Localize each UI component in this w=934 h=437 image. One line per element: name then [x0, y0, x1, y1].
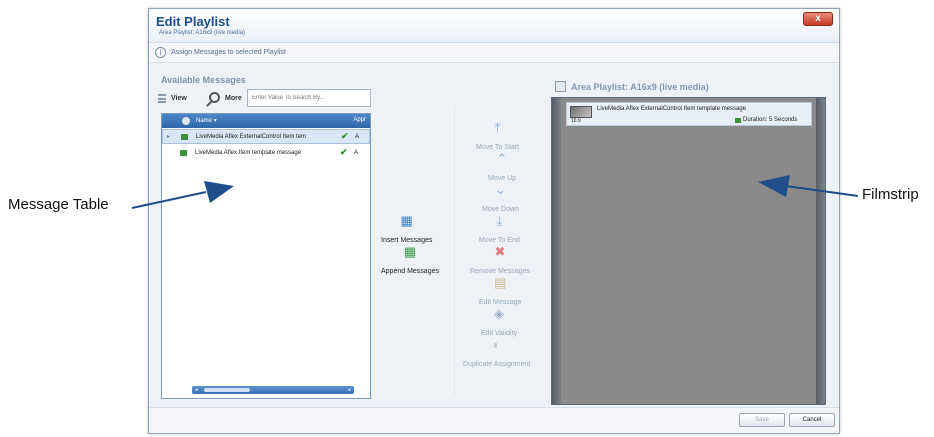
duration-icon [735, 118, 741, 123]
remove-messages-button[interactable]: ✖ Remove Messages [470, 245, 530, 278]
move-down-icon: ⌄ [495, 182, 506, 197]
approved-check-icon: ✔ [341, 131, 349, 141]
column-header-approved[interactable]: Appr [353, 117, 366, 123]
title-bar: Edit Playlist Area Playlist: A16x9 (live… [149, 9, 839, 43]
table-row[interactable]: ▸ LiveMedia Aflex ExternalControl Item t… [162, 129, 370, 144]
assign-bar: i Assign Messages to selected Playlist [149, 43, 839, 63]
move-to-end-icon: ⤓ [496, 213, 503, 228]
filmstrip-rail-left [552, 98, 561, 404]
messages-toolbar: View More [157, 89, 377, 109]
filmstrip-item-duration: Duration: 5 Seconds [743, 117, 798, 123]
move-to-end-button[interactable]: ⤓ Move To End [479, 214, 520, 247]
save-button[interactable]: Save [739, 413, 785, 427]
move-down-button[interactable]: ⌄ Move Down [482, 183, 519, 216]
filmstrip-item[interactable]: LiveMedia Aflex ExternalControl Item tem… [566, 102, 812, 126]
more-button[interactable]: More [225, 95, 242, 102]
row-name: LiveMedia Aflex ExternalControl Item tem [196, 134, 307, 140]
filmstrip-rail-right [816, 98, 825, 404]
move-up-icon: ⌃ [496, 151, 508, 166]
edit-playlist-dialog: Edit Playlist Area Playlist: A16x9 (live… [148, 8, 840, 434]
message-table-callout: Message Table [8, 196, 109, 213]
table-row[interactable]: LiveMedia Aflex Item template message ✔ … [162, 146, 370, 161]
edit-validity-icon: ◈ [494, 306, 505, 321]
dialog-subtitle: Area Playlist: A16x9 (live media) [159, 30, 246, 36]
filmstrip-item-ratio: 16:9 [571, 118, 581, 124]
cancel-button[interactable]: Cancel [789, 413, 835, 427]
expand-icon[interactable]: ▸ [167, 133, 170, 140]
column-header-name[interactable]: Name ▾ [196, 117, 217, 124]
append-icon: ▦ [403, 244, 417, 259]
filmstrip-callout: Filmstrip [862, 186, 919, 203]
duplicate-icon: ◐ [492, 337, 501, 352]
row-approved: A [355, 134, 360, 140]
filmstrip-item-name: LiveMedia Aflex ExternalControl Item tem… [597, 106, 747, 112]
move-to-start-icon: ⤒ [494, 120, 501, 135]
available-messages-title: Available Messages [161, 75, 246, 85]
horizontal-scrollbar[interactable]: ◂ ▸ [192, 386, 354, 394]
row-name: LiveMedia Aflex Item template message [195, 150, 302, 156]
assign-messages-label[interactable]: Assign Messages to selected Playlist [171, 49, 286, 56]
move-to-start-button[interactable]: ⤒ Move To Start [476, 121, 519, 154]
duplicate-assignment-button[interactable]: ◐ Duplicate Assignment [463, 338, 530, 371]
row-approved: A [354, 150, 359, 156]
view-list-icon[interactable] [158, 94, 166, 103]
search-icon[interactable] [209, 92, 220, 103]
view-button[interactable]: View [171, 95, 187, 102]
dialog-title: Edit Playlist [156, 14, 230, 29]
edit-message-button[interactable]: ▤ Edit Message [479, 276, 521, 309]
dialog-footer: Save Cancel [149, 407, 839, 433]
table-header: Name ▾ Appr [162, 114, 370, 128]
info-icon: i [155, 47, 166, 58]
playlist-icon [555, 81, 566, 92]
message-icon [181, 134, 188, 140]
append-messages-button[interactable]: ▦ Append Messages [381, 245, 439, 278]
scroll-right-icon[interactable]: ▸ [348, 387, 351, 393]
approved-check-icon: ✔ [340, 147, 348, 157]
message-icon [180, 150, 187, 156]
move-up-button[interactable]: ⌃ Move Up [488, 152, 516, 185]
select-all-icon[interactable] [182, 117, 190, 125]
scroll-thumb[interactable] [204, 388, 250, 392]
divider [454, 105, 455, 395]
scroll-left-icon[interactable]: ◂ [195, 387, 198, 393]
search-input[interactable] [247, 89, 371, 107]
message-thumbnail [570, 106, 592, 118]
message-table: Name ▾ Appr ▸ LiveMedia Aflex ExternalCo… [161, 113, 371, 399]
insert-messages-button[interactable]: ▦ Insert Messages [381, 214, 432, 247]
insert-icon: ▦ [400, 213, 413, 228]
close-button[interactable]: x [803, 12, 833, 26]
remove-icon: ✖ [494, 244, 506, 259]
edit-message-icon: ▤ [494, 275, 507, 290]
area-playlist-title: Area Playlist: A16x9 (live media) [571, 82, 709, 92]
edit-validity-button[interactable]: ◈ Edit Validity [481, 307, 517, 340]
filmstrip[interactable]: LiveMedia Aflex ExternalControl Item tem… [551, 97, 826, 405]
